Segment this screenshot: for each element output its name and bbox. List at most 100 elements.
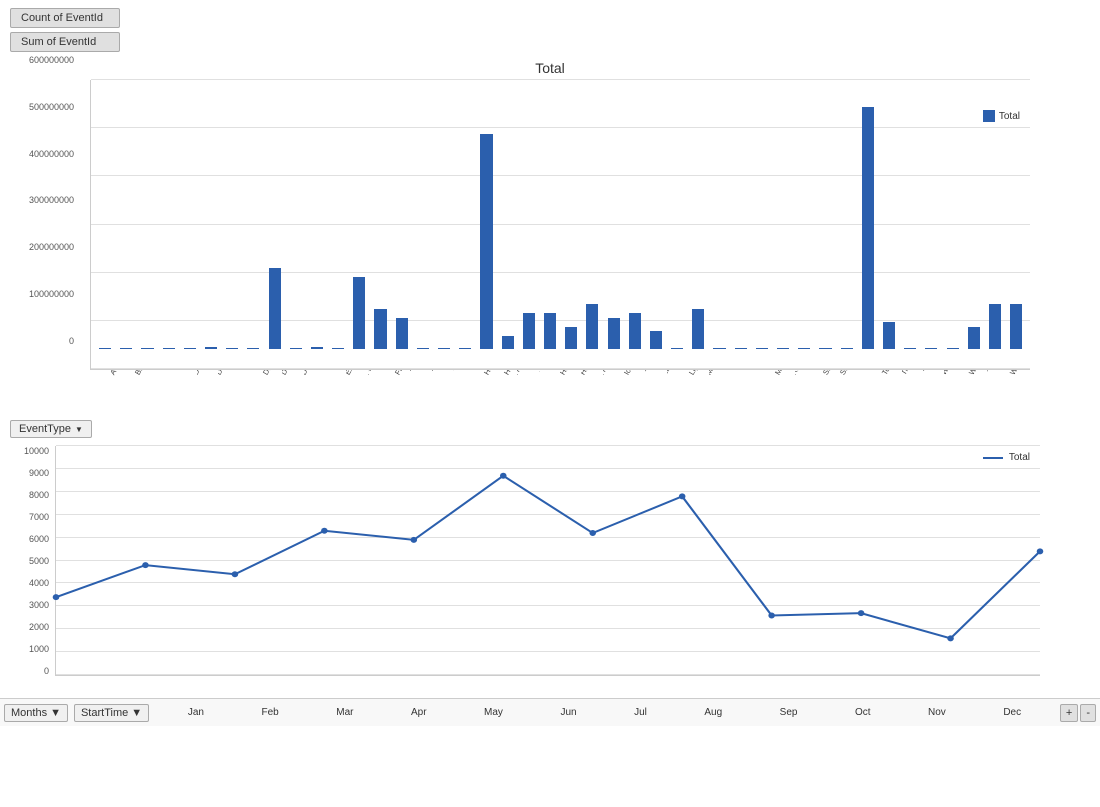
bar-item	[222, 80, 242, 349]
bar-rect	[459, 348, 471, 349]
months-label: Months	[11, 707, 47, 719]
bar-xlabel: Marine High...	[731, 370, 752, 377]
bar-xlabel-item: Ice Storm	[624, 370, 645, 435]
bar-item	[879, 80, 899, 349]
line-yaxis-label: 5000	[29, 556, 49, 566]
bar-rect	[438, 348, 450, 349]
count-eventid-button[interactable]: Count of EventId	[10, 8, 120, 28]
bar-rect	[904, 348, 916, 349]
bar-rect	[968, 327, 980, 349]
scroll-prev-button[interactable]: +	[1060, 704, 1078, 722]
eventtype-dropdown[interactable]: EventType ▼	[10, 420, 92, 438]
bar-xlabel: Heavy Snow	[539, 370, 560, 377]
line-chart-dot	[321, 528, 328, 534]
bar-xlabel: Frost/Freeze	[432, 370, 453, 377]
xaxis-month-label: May	[484, 707, 503, 718]
bar-rect	[353, 277, 365, 349]
bar-rect	[925, 348, 937, 349]
bar-rect	[290, 348, 302, 349]
bar-chart-section: Total 0100000000200000000300000000400000…	[0, 56, 1100, 416]
line-chart-container: Total	[55, 446, 1040, 676]
bar-xlabel-item: Frost/Freeze	[432, 370, 453, 435]
bar-xlabel-item: Excessive Heat	[325, 370, 346, 435]
months-dropdown[interactable]: Months ▼	[4, 704, 68, 722]
bar-yaxis-label: 300000000	[29, 196, 74, 205]
bar-item	[815, 80, 835, 349]
bar-rect	[586, 304, 598, 349]
bar-xlabel-item: Heavy Snow	[539, 370, 560, 435]
bar-chart-legend: Total	[983, 110, 1020, 122]
bar-item	[413, 80, 433, 349]
bar-xlabel: Astronomical...	[90, 370, 111, 377]
bar-xlabel: Tropical...	[902, 370, 923, 377]
bar-rect	[565, 327, 577, 349]
bar-xlabel-item: Freezing Fog	[410, 370, 431, 435]
bar-rect	[1010, 304, 1022, 349]
bar-item	[201, 80, 221, 349]
bar-xlabel-item: Flash Flood	[368, 370, 389, 435]
bar-xlabel-item: Tornado	[880, 370, 901, 435]
bar-xlabel-item: Marine...	[774, 370, 795, 435]
bar-rect	[544, 313, 556, 349]
bar-rect	[226, 348, 238, 349]
xaxis-month-label: Dec	[1003, 707, 1021, 718]
bar-xlabel-item: Drought	[261, 370, 282, 435]
line-yaxis-label: 4000	[29, 578, 49, 588]
bar-xlabel: Dense Smoke	[240, 370, 261, 377]
line-chart-dot	[53, 594, 60, 600]
bar-item	[265, 80, 285, 349]
bar-xlabel-item: Volcanic Ash	[923, 370, 944, 435]
xaxis-month-label: Feb	[262, 707, 279, 718]
bar-rect	[99, 348, 111, 349]
bar-xlabel-item: Thunderstorm...	[859, 370, 880, 435]
line-chart-section: 0100020003000400050006000700080009000100…	[0, 446, 1100, 726]
xaxis-month-label: Jun	[560, 707, 576, 718]
bar-rect	[374, 309, 386, 349]
bar-xlabel-item: Winter Storm	[987, 370, 1008, 435]
line-chart-dot	[411, 537, 418, 543]
bar-xlabel-item: Dense Smoke	[240, 370, 261, 435]
bar-xlabel: Blizzard	[133, 370, 154, 377]
starttime-dropdown[interactable]: StartTime ▼	[74, 704, 149, 722]
line-chart-dot	[589, 530, 596, 536]
line-chart-dot	[768, 612, 775, 618]
bar-item	[561, 80, 581, 349]
bar-rect	[396, 318, 408, 349]
bar-item	[307, 80, 327, 349]
bar-item	[498, 80, 518, 349]
scroll-next-button[interactable]: -	[1080, 704, 1096, 722]
line-yaxis-label: 0	[44, 666, 49, 676]
bar-xlabel: Wildfire	[967, 370, 987, 377]
sum-eventid-button[interactable]: Sum of EventId	[10, 32, 120, 52]
bar-xlabel: Thunderstorm...	[859, 370, 880, 377]
bar-rect	[120, 348, 132, 349]
top-buttons-area: Count of EventId Sum of EventId	[0, 0, 1100, 56]
bar-item	[921, 80, 941, 349]
bar-xlabel: Coastal Flood	[154, 370, 175, 377]
bar-xlabel-item: Hurricane...	[603, 370, 624, 435]
bar-xlabel: Funnel Cloud	[453, 370, 474, 377]
bar-item	[582, 80, 602, 349]
bar-item	[180, 80, 200, 349]
bar-rect	[608, 318, 620, 349]
bar-xlabel: High Surf	[560, 370, 581, 377]
bar-item	[476, 80, 496, 349]
bar-rect	[798, 348, 810, 349]
bar-xlabel-item: High Wind	[581, 370, 602, 435]
bar-xlabel-item: Sleet	[816, 370, 837, 435]
bar-xlabel: Tornado	[880, 370, 901, 377]
bar-xlabel-item: Coastal Flood	[154, 370, 175, 435]
bar-xlabel-item: Waterspout	[944, 370, 965, 435]
bar-yaxis-label: 0	[69, 337, 74, 346]
line-chart-svg	[56, 446, 1040, 675]
bar-yaxis-label: 200000000	[29, 243, 74, 252]
bar-rect	[650, 331, 662, 349]
bar-xlabel-item: Cold/Wind Chill	[175, 370, 196, 435]
bar-item	[604, 80, 624, 349]
bar-xlabel-item: Extreme...	[346, 370, 367, 435]
bar-rect	[947, 348, 959, 349]
bar-rect	[841, 348, 853, 349]
months-dropdown-arrow: ▼	[50, 707, 61, 719]
bar-xlabel: Heavy Rain	[517, 370, 538, 377]
line-chart-legend: Total	[983, 452, 1030, 463]
